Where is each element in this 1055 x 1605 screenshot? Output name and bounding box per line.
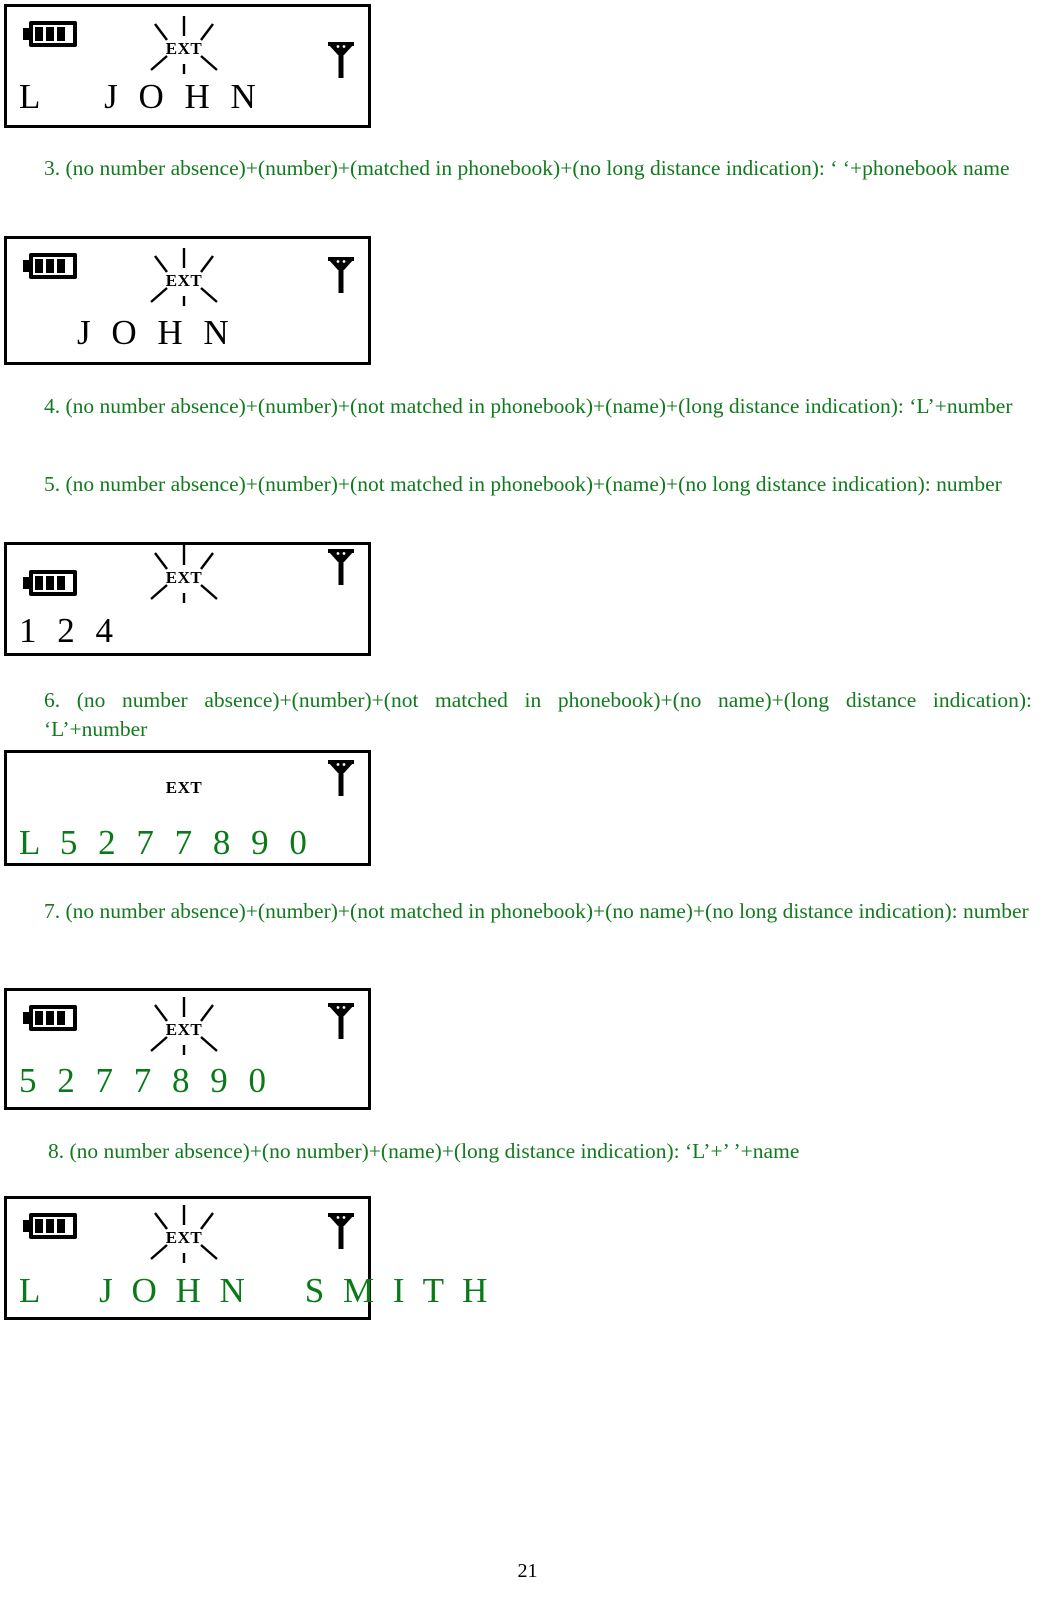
- lcd-screen-5-inner: EXT 5 2 7 7 8 9 0: [7, 991, 368, 1107]
- battery-bars: [35, 1011, 71, 1025]
- lcd-screen-3-text: 1 2 4: [19, 611, 119, 650]
- lcd-screen-1: EXT L J O H N: [4, 4, 371, 128]
- lcd-screen-4: EXT L 5 2 7 7 8 9 0: [4, 750, 371, 866]
- paragraph-item-5: 5. (no number absence)+(number)+(not mat…: [44, 472, 1002, 496]
- lcd-screen-6-inner: EXT L J O H N S M I T H: [7, 1199, 487, 1317]
- antenna-icon: [326, 1211, 356, 1251]
- battery-icon: [23, 21, 77, 47]
- lcd-screen-5: EXT 5 2 7 7 8 9 0: [4, 988, 371, 1110]
- lcd-screen-5-text: 5 2 7 7 8 9 0: [19, 1061, 272, 1100]
- paragraph-item-4: 4. (no number absence)+(number)+(not mat…: [44, 394, 1013, 418]
- battery-icon: [23, 570, 77, 596]
- ext-indicator: EXT: [125, 244, 243, 316]
- ext-label: EXT: [165, 568, 203, 587]
- antenna-icon: [326, 547, 356, 587]
- ext-label: EXT: [165, 778, 203, 797]
- lcd-screen-3: EXT 1 2 4: [4, 542, 371, 656]
- lcd-screen-2: EXT J O H N: [4, 236, 371, 365]
- battery-icon: [23, 253, 77, 279]
- antenna-icon: [326, 758, 356, 798]
- lcd-screen-1-inner: EXT L J O H N: [7, 7, 368, 125]
- document-page: EXT L J O H N 3. (no number absence)+(nu…: [0, 0, 1055, 1605]
- ext-label: EXT: [165, 39, 203, 58]
- ext-indicator: EXT: [125, 993, 243, 1065]
- paragraph-item-6: 6. (no number absence)+(number)+(not mat…: [44, 688, 1032, 741]
- antenna-icon: [326, 255, 356, 295]
- battery-icon: [23, 1005, 77, 1031]
- battery-bars: [35, 259, 71, 273]
- lcd-screen-2-inner: EXT J O H N: [7, 239, 368, 362]
- paragraph-item-8: 8. (no number absence)+(no number)+(name…: [48, 1139, 800, 1163]
- lcd-screen-4-text: L 5 2 7 7 8 9 0: [19, 823, 313, 862]
- lcd-screen-6: EXT L J O H N S M I T H: [4, 1196, 487, 1320]
- paragraph-item-7: 7. (no number absence)+(number)+(not mat…: [44, 899, 1029, 923]
- antenna-icon: [326, 1001, 356, 1041]
- paragraph-item-3: 3. (no number absence)+(number)+(matched…: [44, 156, 1010, 180]
- ext-label: EXT: [165, 1228, 203, 1247]
- lcd-screen-6-text: L J O H N S M I T H: [19, 1271, 493, 1310]
- battery-bars: [35, 1219, 71, 1233]
- ext-indicator: EXT: [125, 751, 243, 823]
- antenna-icon: [326, 40, 356, 80]
- ext-indicator: EXT: [125, 541, 243, 613]
- ext-indicator: EXT: [125, 12, 243, 84]
- battery-bars: [35, 27, 71, 41]
- lcd-screen-1-text: L J O H N: [19, 77, 262, 116]
- lcd-screen-3-inner: EXT 1 2 4: [7, 545, 368, 653]
- ext-label: EXT: [165, 1020, 203, 1039]
- ext-label: EXT: [165, 271, 203, 290]
- page-number: 21: [517, 1560, 538, 1582]
- lcd-screen-2-text: J O H N: [77, 313, 235, 352]
- battery-bars: [35, 576, 71, 590]
- lcd-screen-4-inner: EXT L 5 2 7 7 8 9 0: [7, 753, 368, 863]
- ext-indicator: EXT: [125, 1201, 243, 1273]
- battery-icon: [23, 1213, 77, 1239]
